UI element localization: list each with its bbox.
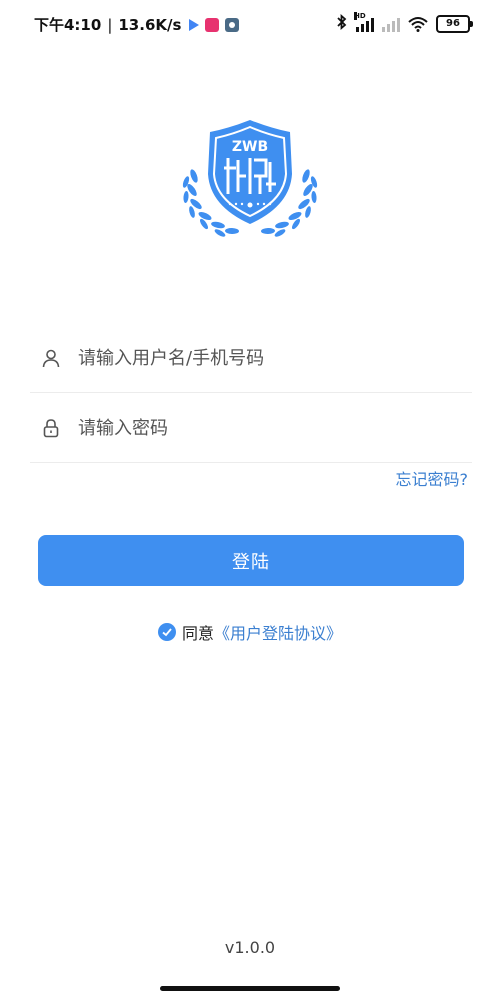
forgot-password-link[interactable]: 忘记密码? [396,466,469,490]
status-right: HD 96 [336,12,473,34]
status-left: 下午4:10 | 13.6K/s [34,14,240,35]
status-bar: 下午4:10 | 13.6K/s HD 96 [0,0,500,50]
password-field[interactable] [30,394,472,463]
hd-label: HD [354,12,366,20]
status-time: 下午4:10 [34,16,102,34]
signal-icon: HD [354,12,374,32]
bluetooth-icon [336,14,348,34]
user-agreement-link[interactable]: 《用户登陆协议》 [214,620,342,644]
lock-icon [40,417,62,439]
play-icon [189,18,200,31]
app-version: v1.0.0 [224,938,276,957]
app-store-icon [205,17,220,32]
app-logo: ZWB [180,118,320,243]
signal-secondary-icon [382,16,400,32]
login-screen: 下午4:10 | 13.6K/s HD 96 ZWB 请输入用户名/手机号码 忘… [0,0,500,1000]
network-speed: 13.6K/s [118,15,182,34]
svg-text:ZWB: ZWB [232,139,268,155]
login-button[interactable]: 登陆 [38,535,464,586]
agree-label: 同意 [181,624,214,643]
wifi-icon [408,16,428,32]
status-divider: | [107,15,113,34]
home-indicator[interactable] [160,986,340,991]
agreement-row: 同意 《用户登陆协议》 [0,620,500,644]
username-input[interactable] [78,347,438,369]
settings-app-icon [225,17,240,32]
username-field[interactable] [30,324,472,393]
user-icon [40,347,62,369]
battery-icon: 96 [436,15,473,33]
shield-logo-icon: ZWB [182,120,318,237]
checkmark-icon[interactable] [157,623,176,641]
password-input[interactable] [78,417,438,439]
